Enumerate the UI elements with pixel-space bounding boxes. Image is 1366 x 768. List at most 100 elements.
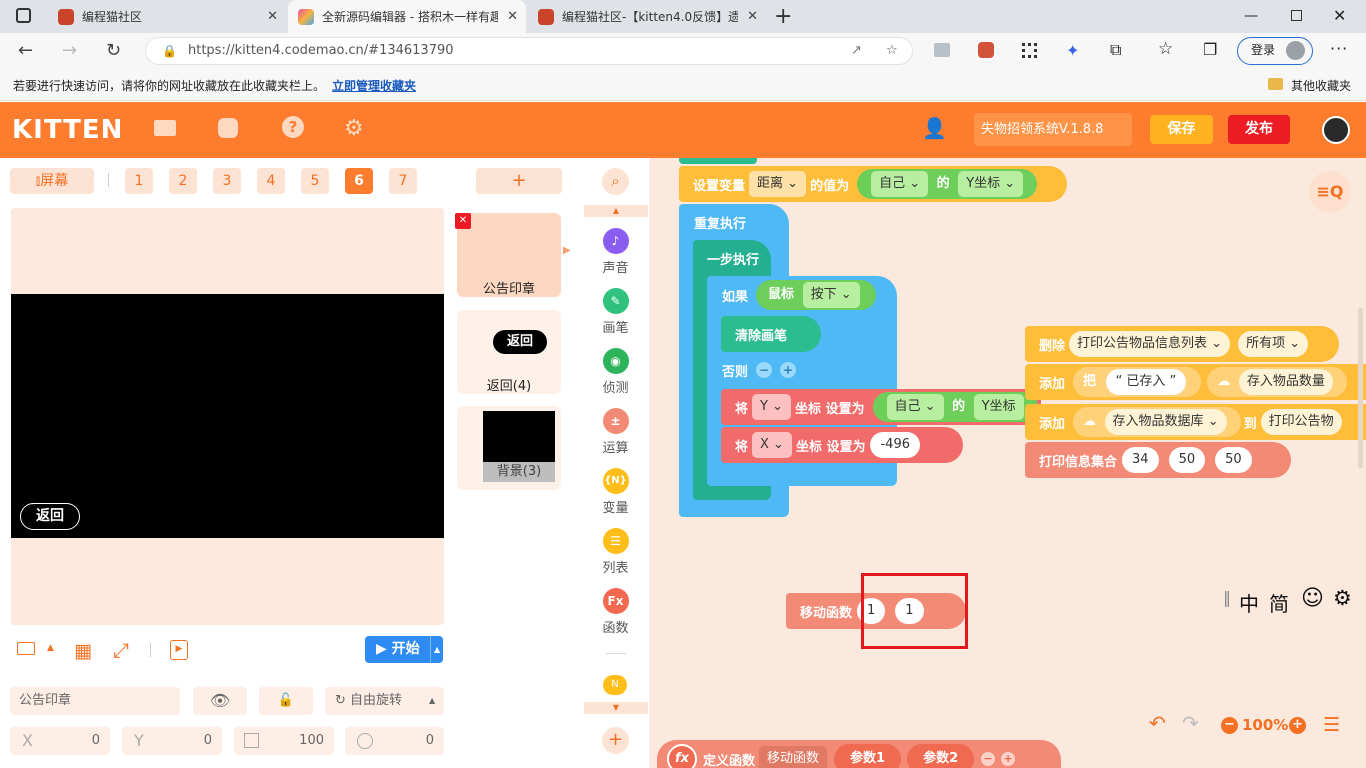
screen-4-button[interactable]: 4 xyxy=(257,168,285,194)
user-avatar[interactable] xyxy=(1322,116,1350,144)
browser-tab-active[interactable]: 全新源码编辑器 - 搭积木一样有趣 ✕ xyxy=(288,0,526,33)
cloud-list-dropdown[interactable]: 存入物品数据库 ⌄ xyxy=(1104,409,1227,435)
screen-5-button[interactable]: 5 xyxy=(301,168,329,194)
ime-settings-icon[interactable]: ⚙ xyxy=(1333,586,1352,610)
save-button[interactable]: 保存 xyxy=(1150,115,1213,144)
qr-code-icon[interactable] xyxy=(1022,43,1037,58)
ime-mode[interactable]: 中 xyxy=(1239,588,1259,617)
zoom-out-button[interactable]: − xyxy=(1221,717,1238,734)
zoom-in-button[interactable]: + xyxy=(1289,717,1306,734)
cloud-variable-reporter[interactable]: ☁ 存入物品数量 xyxy=(1207,367,1347,397)
direction-field[interactable]: 0 xyxy=(345,727,444,755)
forward-icon[interactable]: → xyxy=(62,41,77,61)
set-x-block[interactable]: 将 X ⌄ 坐标 设置为 -496 xyxy=(721,427,963,463)
url-field[interactable]: 🔒 https://kitten4.codemao.cn/#134613790 … xyxy=(145,37,913,65)
scroll-up-button[interactable]: ▲ xyxy=(584,205,648,217)
add-favorite-icon[interactable]: ☆ xyxy=(886,38,898,64)
login-button[interactable]: 登录 xyxy=(1237,37,1313,65)
manage-favorites-link[interactable]: 立即管理收藏夹 xyxy=(332,77,416,94)
set-variable-block[interactable]: 设置变量 距离 ⌄ 的值为 自己 ⌄ 的 Y坐标 ⌄ xyxy=(679,166,1067,202)
block-stub[interactable] xyxy=(679,158,757,164)
delete-sprite-icon[interactable]: ✕ xyxy=(455,213,471,229)
stage-back-button[interactable]: 返回 xyxy=(20,503,80,530)
property-reporter[interactable]: 自己 ⌄ 的 Y坐标 ⌄ xyxy=(857,169,1038,199)
backpack-icon[interactable] xyxy=(218,118,238,138)
y-position-field[interactable]: Y 0 xyxy=(122,727,222,755)
add-param-icon[interactable]: + xyxy=(1001,752,1016,766)
search-blocks-button[interactable]: ⌕ xyxy=(602,168,629,195)
delete-list-block[interactable]: 删除 打印公告物品信息列表 ⌄ 所有项 ⌄ xyxy=(1025,326,1339,362)
category-sensing[interactable]: ◉ 侦测 xyxy=(582,348,649,396)
sprite-card[interactable]: 返回 返回(4) xyxy=(457,310,561,394)
arrange-blocks-icon[interactable]: ☰ xyxy=(1323,714,1340,736)
join-text-reporter[interactable]: 把 “ 已存入 ” xyxy=(1073,367,1202,397)
caret-up-icon[interactable]: ▲ xyxy=(47,643,54,653)
add-branch-icon[interactable]: + xyxy=(780,362,797,378)
scroll-down-button[interactable]: ▼ xyxy=(584,702,648,714)
x-value-input[interactable]: -496 xyxy=(870,432,920,458)
add-to-list-block[interactable]: 添加 把 “ 已存入 ” ☁ 存入物品数量 xyxy=(1025,364,1366,400)
project-name-input[interactable]: 失物招领系统V.1.8.8 xyxy=(974,113,1132,146)
attribute-dropdown[interactable]: Y坐标 ⌄ xyxy=(958,171,1024,197)
caret-up-icon[interactable]: ▲ xyxy=(430,636,440,663)
sprite-card[interactable]: 背景(3) xyxy=(457,406,561,490)
sprite-name-field[interactable]: 公告印章 xyxy=(10,687,180,715)
tab-actions-icon[interactable] xyxy=(16,8,31,23)
screen-7-button[interactable]: 7 xyxy=(389,168,417,194)
extensions-icon[interactable]: ⧉ xyxy=(1110,40,1121,60)
cloud-variable-dropdown[interactable]: 存入物品数量 xyxy=(1238,369,1333,395)
screen-2-button[interactable]: 2 xyxy=(169,168,197,194)
mouse-state-dropdown[interactable]: 按下 ⌄ xyxy=(802,282,860,308)
restore-icon[interactable] xyxy=(1291,10,1302,21)
close-tab-icon[interactable]: ✕ xyxy=(507,9,518,24)
play-preview-icon[interactable]: ▶ xyxy=(170,640,188,660)
start-button[interactable]: ▶ 开始 ▲ xyxy=(365,636,443,663)
cloud-list-reporter[interactable]: ☁ 存入物品数据库 ⌄ xyxy=(1073,407,1241,437)
size-field[interactable]: 100 xyxy=(234,727,334,755)
object-dropdown[interactable]: 自己 ⌄ xyxy=(871,171,929,197)
more-icon[interactable]: ··· xyxy=(1330,39,1348,58)
axis-dropdown[interactable]: Y ⌄ xyxy=(752,394,791,420)
extension-icon[interactable] xyxy=(934,43,950,57)
stage-canvas[interactable] xyxy=(11,294,444,538)
screen-1-button[interactable]: 1 xyxy=(125,168,153,194)
open-external-icon[interactable]: ↗ xyxy=(851,38,862,64)
param1-reporter[interactable]: 参数1 xyxy=(834,744,902,768)
sprite-card-selected[interactable]: ✕ ▶ 公告印章 xyxy=(455,213,571,297)
add-collaborator-icon[interactable]: 👤 xyxy=(922,116,947,140)
favorites-icon[interactable]: ☆ xyxy=(1158,39,1173,59)
remove-param-icon[interactable]: − xyxy=(981,752,996,766)
emoji-icon[interactable]: ☺ xyxy=(1301,586,1324,611)
block-search-button[interactable]: ≡Q xyxy=(1309,171,1351,213)
category-functions[interactable]: Fx 函数 xyxy=(582,588,649,636)
new-tab-icon[interactable]: + xyxy=(774,4,792,29)
param2-reporter[interactable]: 参数2 xyxy=(907,744,975,768)
variable-dropdown[interactable]: 距离 ⌄ xyxy=(749,171,807,197)
param-input[interactable]: 50 xyxy=(1168,447,1206,473)
list-dropdown[interactable]: 打印公告物品信息列表 ⌄ xyxy=(1069,331,1231,357)
code-workspace[interactable]: 设置变量 距离 ⌄ 的值为 自己 ⌄ 的 Y坐标 ⌄ 重复执行 一步执行 如果 … xyxy=(649,158,1366,768)
param-input[interactable]: 34 xyxy=(1122,447,1159,473)
close-tab-icon[interactable]: ✕ xyxy=(747,9,758,24)
file-menu-icon[interactable] xyxy=(154,120,176,136)
fullscreen-icon[interactable]: ⤢ xyxy=(113,638,129,662)
extension-category-icon[interactable]: N xyxy=(603,675,627,695)
x-position-field[interactable]: X 0 xyxy=(10,727,110,755)
stage-size-icon[interactable] xyxy=(17,642,35,655)
mouse-condition[interactable]: 鼠标 按下 ⌄ xyxy=(756,280,876,310)
screen-toggle-button[interactable]: ⫾屏幕 xyxy=(10,168,94,194)
screen-3-button[interactable]: 3 xyxy=(213,168,241,194)
set-y-block[interactable]: 将 Y ⌄ 坐标 设置为 自己 ⌄ 的 Y坐标 xyxy=(721,389,1041,425)
list-dropdown[interactable]: 打印公告物 xyxy=(1260,409,1342,435)
refresh-icon[interactable]: ↻ xyxy=(106,41,121,61)
function-name-field[interactable]: 移动函数 xyxy=(759,746,828,768)
lock-toggle[interactable]: 🔓 xyxy=(259,687,313,715)
ime-charset[interactable]: 简 xyxy=(1269,588,1289,617)
add-sprite-button[interactable]: + xyxy=(476,168,562,194)
object-dropdown[interactable]: 自己 ⌄ xyxy=(886,394,944,420)
item-dropdown[interactable]: 所有项 ⌄ xyxy=(1238,331,1309,357)
back-icon[interactable]: ← xyxy=(18,41,33,61)
other-favorites[interactable]: 其他收藏夹 xyxy=(1291,77,1351,94)
attribute-dropdown[interactable]: Y坐标 xyxy=(973,394,1024,420)
param-input[interactable]: 50 xyxy=(1215,447,1252,473)
